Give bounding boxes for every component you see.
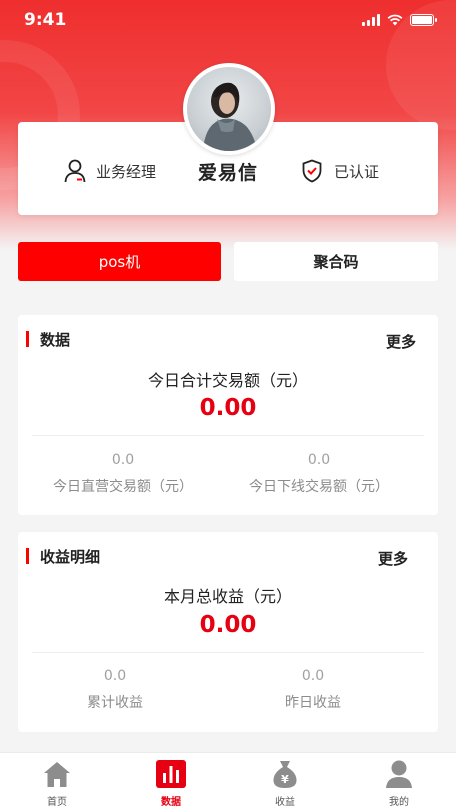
bottom-tab-bar: 首页 数据 ¥ 收益 我的 xyxy=(0,752,456,810)
downline-stat: 0.0 今日下线交易额（元） xyxy=(214,452,424,496)
card-title: 收益明细 xyxy=(40,548,101,566)
more-button[interactable]: 更多 xyxy=(378,548,408,569)
tab-label: 收益 xyxy=(275,797,295,808)
stat-label: 昨日收益 xyxy=(285,695,341,711)
total-label: 本月总收益（元） xyxy=(163,587,292,606)
card-header: 收益明细 更多 xyxy=(18,546,438,569)
status-time: 9:41 xyxy=(24,10,67,30)
tab-income[interactable]: ¥ 收益 xyxy=(228,753,342,810)
home-icon xyxy=(42,759,72,789)
total-value: 0.00 xyxy=(199,612,257,638)
verified-badge: 已认证 xyxy=(302,159,379,183)
direct-stat: 0.0 今日直营交易额（元） xyxy=(18,452,228,496)
card-title: 数据 xyxy=(40,331,71,349)
stat-label: 累计收益 xyxy=(87,695,143,711)
yesterday-stat: 0.0 昨日收益 xyxy=(208,668,418,712)
tab-aggregate-code[interactable]: 聚合码 xyxy=(234,242,438,281)
total-value: 0.00 xyxy=(199,395,257,421)
divider xyxy=(32,652,424,653)
verified-label: 已认证 xyxy=(334,162,380,181)
total-label: 今日合计交易额（元） xyxy=(147,371,308,390)
avatar-photo xyxy=(187,67,271,151)
shield-check-icon xyxy=(302,159,322,183)
tab-label: 首页 xyxy=(47,797,67,808)
stat-label: 今日下线交易额（元） xyxy=(249,479,389,495)
battery-icon xyxy=(410,14,437,26)
cumulative-stat: 0.0 累计收益 xyxy=(10,668,220,712)
bar-chart-icon xyxy=(156,759,186,789)
title-accent-bar xyxy=(26,548,29,564)
tab-data[interactable]: 数据 xyxy=(114,753,228,810)
avatar[interactable] xyxy=(183,63,275,155)
status-bar: 9:41 xyxy=(0,0,456,40)
title-accent-bar xyxy=(26,331,29,347)
status-icons xyxy=(362,14,437,26)
income-card: 收益明细 更多 本月总收益（元） 0.00 0.0 累计收益 0.0 昨日收益 xyxy=(18,532,438,732)
tab-pos-machine[interactable]: pos机 xyxy=(18,242,221,281)
user-icon xyxy=(384,759,414,789)
money-bag-icon: ¥ xyxy=(270,759,300,789)
tab-mine[interactable]: 我的 xyxy=(342,753,456,810)
stat-value: 0.0 xyxy=(111,452,135,468)
stat-value: 0.0 xyxy=(301,668,325,684)
tab-home[interactable]: 首页 xyxy=(0,753,114,810)
data-card: 数据 更多 今日合计交易额（元） 0.00 0.0 今日直营交易额（元） 0.0… xyxy=(18,315,438,515)
more-button[interactable]: 更多 xyxy=(386,331,416,352)
signal-icon xyxy=(362,14,380,26)
wifi-icon xyxy=(387,14,403,26)
card-header: 数据 更多 xyxy=(18,329,438,352)
stat-label: 今日直营交易额（元） xyxy=(53,479,193,495)
tab-label: 我的 xyxy=(389,797,409,808)
svg-text:¥: ¥ xyxy=(281,773,289,786)
divider xyxy=(32,435,424,436)
stat-value: 0.0 xyxy=(307,452,331,468)
profile-info-row: 业务经理 爱易信 已认证 xyxy=(18,156,438,186)
tab-label: 数据 xyxy=(161,797,181,808)
stat-value: 0.0 xyxy=(103,668,127,684)
